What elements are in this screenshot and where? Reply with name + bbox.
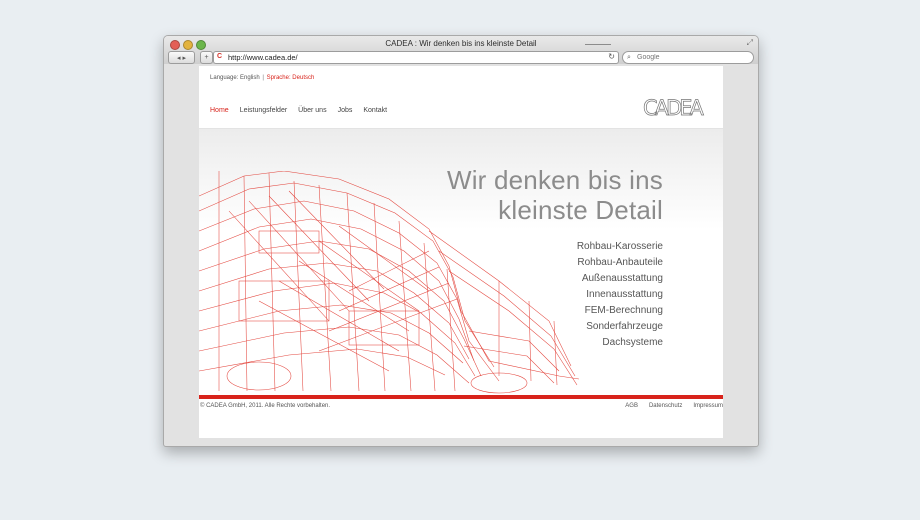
nav-leistungsfelder[interactable]: Leistungsfelder xyxy=(240,107,287,114)
url-text[interactable]: http://www.cadea.de/ xyxy=(228,53,298,62)
service-item-sonderfahrzeuge[interactable]: Sonderfahrzeuge xyxy=(577,319,663,335)
language-separator: | xyxy=(262,75,264,81)
address-bar[interactable]: C http://www.cadea.de/ ↻ xyxy=(213,51,619,64)
service-item-rohbau-anbauteile[interactable]: Rohbau-Anbauteile xyxy=(577,255,663,271)
nav-ueber-uns[interactable]: Über uns xyxy=(298,107,326,114)
site-header: Language: English | Sprache: Deutsch Hom… xyxy=(199,66,723,129)
main-navigation: Home Leistungsfelder Über uns Jobs Konta… xyxy=(210,107,387,114)
logo-text: CADEA xyxy=(643,96,704,120)
back-forward-button[interactable]: ◂ ▸ xyxy=(168,51,195,64)
service-item-aussenausstattung[interactable]: Außenausstattung xyxy=(577,271,663,287)
footer-link-datenschutz[interactable]: Datenschutz xyxy=(649,403,682,409)
nav-jobs[interactable]: Jobs xyxy=(338,107,353,114)
site-footer: © CADEA GmbH, 2011. Alle Rechte vorbehal… xyxy=(199,401,723,431)
footer-link-agb[interactable]: AGB xyxy=(625,403,638,409)
service-item-innenausstattung[interactable]: Innenausstattung xyxy=(577,287,663,303)
headline-line-2: kleinste Detail xyxy=(498,195,663,225)
hero-section: Wir denken bis ins kleinste Detail Rohba… xyxy=(199,129,723,395)
favicon-icon: C xyxy=(217,53,223,60)
footer-links: AGB Datenschutz Impressum xyxy=(625,403,723,409)
reload-icon[interactable]: ↻ xyxy=(608,52,615,62)
language-english-link[interactable]: Language: English xyxy=(210,75,260,81)
window-title: CADEA : Wir denken bis ins kleinste Deta… xyxy=(385,39,537,48)
title-bar-widget xyxy=(585,44,611,48)
browser-window: CADEA : Wir denken bis ins kleinste Deta… xyxy=(163,35,759,447)
hero-headline: Wir denken bis ins kleinste Detail xyxy=(447,165,663,225)
service-list: Rohbau-Karosserie Rohbau-Anbauteile Auße… xyxy=(577,239,663,351)
search-input[interactable] xyxy=(637,53,747,62)
title-bar: CADEA : Wir denken bis ins kleinste Deta… xyxy=(164,36,758,64)
nav-home[interactable]: Home xyxy=(210,107,229,114)
footer-link-impressum[interactable]: Impressum xyxy=(693,403,723,409)
service-item-rohbau-karosserie[interactable]: Rohbau-Karosserie xyxy=(577,239,663,255)
service-item-dachsysteme[interactable]: Dachsysteme xyxy=(577,335,663,351)
page-viewport: Language: English | Sprache: Deutsch Hom… xyxy=(199,66,723,438)
nav-kontakt[interactable]: Kontakt xyxy=(363,107,387,114)
red-divider xyxy=(199,395,723,399)
headline-line-1: Wir denken bis ins xyxy=(446,165,663,195)
service-item-fem-berechnung[interactable]: FEM-Berechnung xyxy=(577,303,663,319)
fullscreen-icon[interactable]: ⤢ xyxy=(747,38,753,48)
search-icon: ⌕ xyxy=(627,54,631,61)
cadea-logo[interactable]: CADEA xyxy=(643,95,715,120)
search-bar[interactable]: ⌕ xyxy=(622,51,754,64)
copyright-text: © CADEA GmbH, 2011. Alle Rechte vorbehal… xyxy=(200,403,331,409)
language-switcher: Language: English | Sprache: Deutsch xyxy=(210,75,314,81)
add-bookmark-button[interactable]: + xyxy=(200,51,213,64)
language-german-link[interactable]: Sprache: Deutsch xyxy=(267,75,315,81)
